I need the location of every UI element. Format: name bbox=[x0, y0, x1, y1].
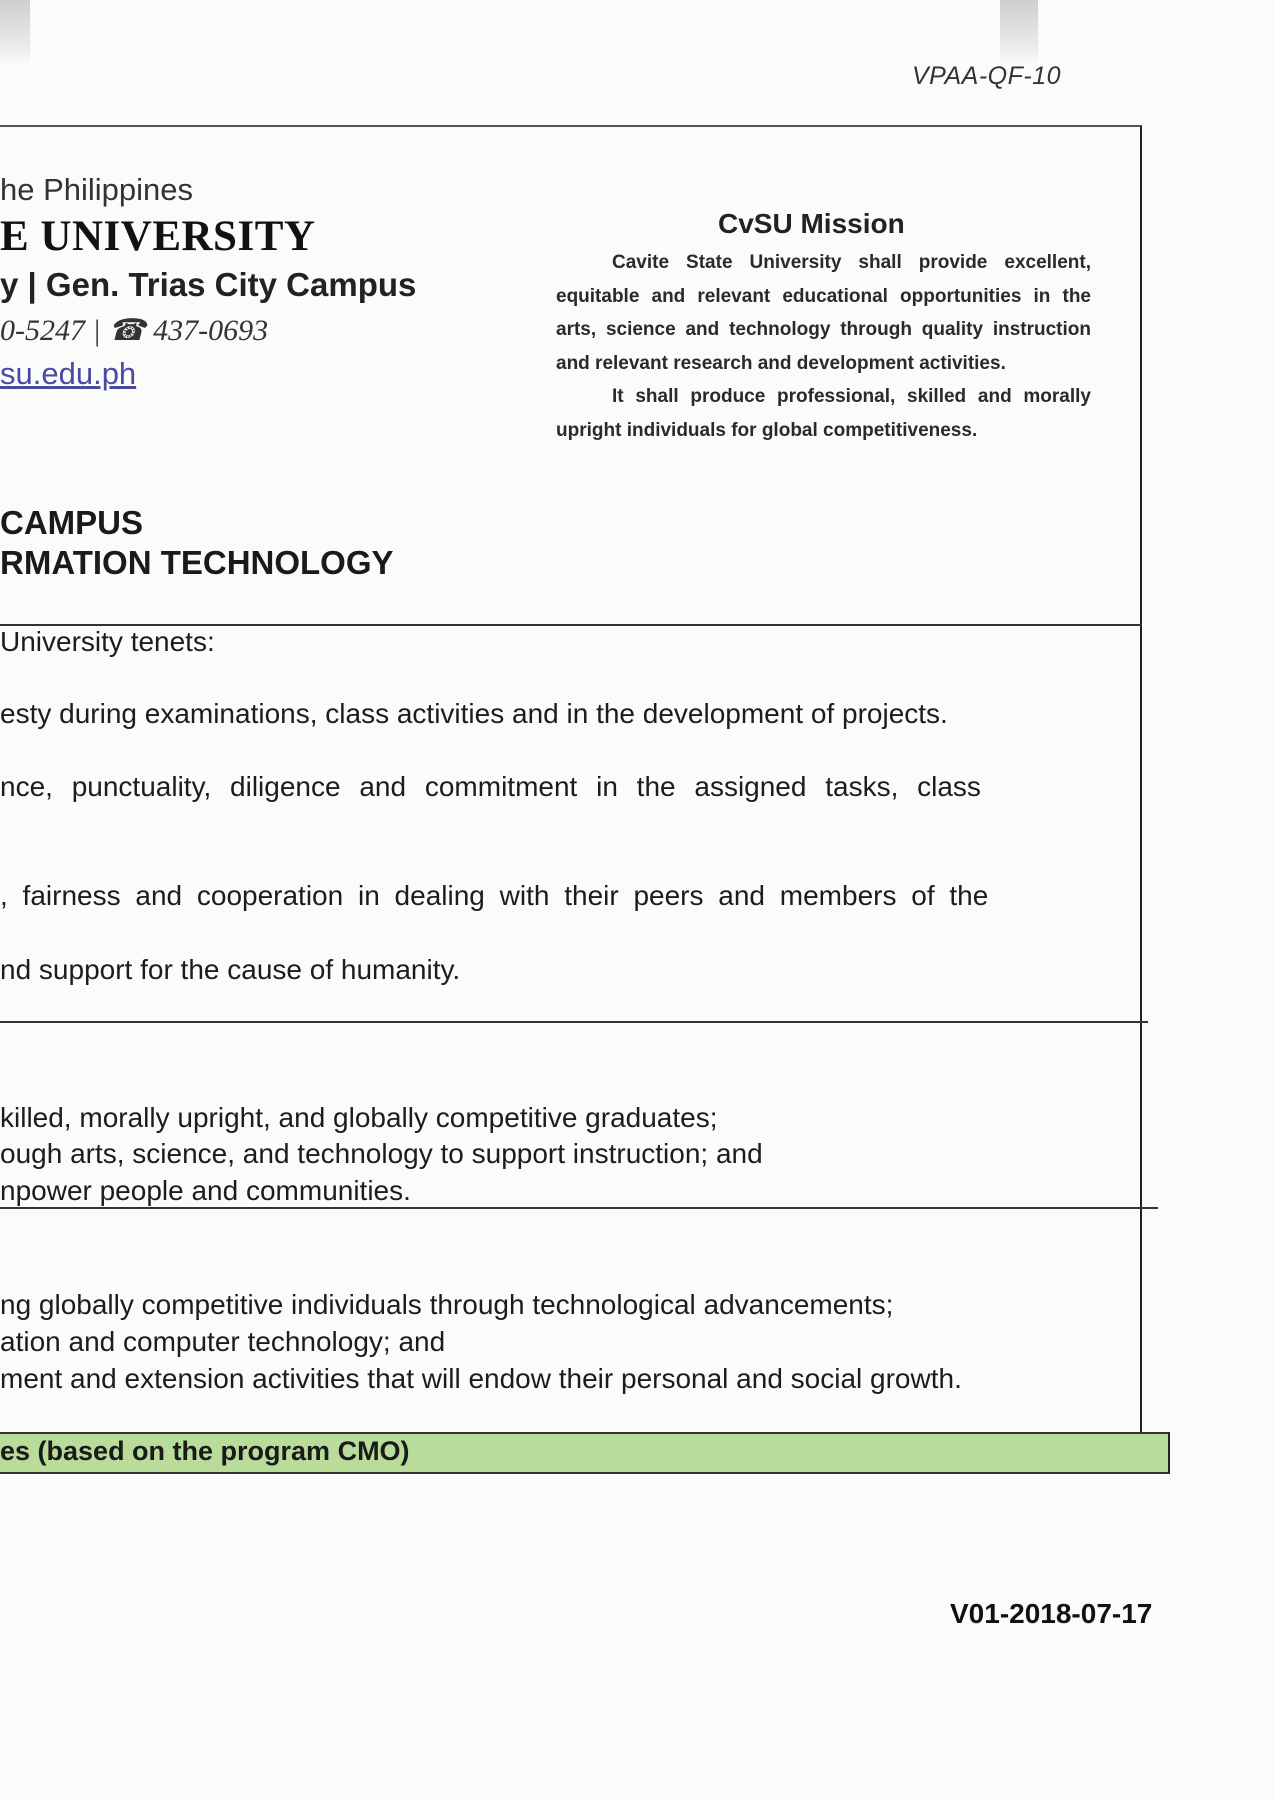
mission-paragraph: It shall produce professional, skilled a… bbox=[556, 386, 1091, 441]
tenet-item: nce, punctuality, diligence and commitme… bbox=[0, 771, 981, 802]
outcomes-header-bar: es (based on the program CMO) bbox=[0, 1432, 1170, 1474]
tenet-item: esty during examinations, class activiti… bbox=[0, 698, 948, 729]
mission-body: Cavite State University shall provide ex… bbox=[556, 246, 1091, 447]
tenet-item: , fairness and cooperation in dealing wi… bbox=[0, 880, 989, 911]
binder-tab-right bbox=[1000, 0, 1038, 62]
objective-item: ment and extension activities that will … bbox=[0, 1363, 962, 1394]
binder-tab-left bbox=[0, 0, 30, 62]
goal-item: killed, morally upright, and globally co… bbox=[0, 1102, 718, 1133]
header-phone: 0-5247 | ☎ 437-0693 bbox=[0, 314, 269, 347]
outcomes-header-label: es (based on the program CMO) bbox=[0, 1436, 410, 1466]
tenet-item: nd support for the cause of humanity. bbox=[0, 954, 461, 985]
tenets-intro: University tenets: bbox=[0, 626, 215, 657]
divider-goals bbox=[0, 1207, 1158, 1209]
form-code: VPAA-QF-10 bbox=[912, 62, 1062, 90]
version-code: V01-2018-07-17 bbox=[950, 1598, 1153, 1629]
goal-item: ough arts, science, and technology to su… bbox=[0, 1138, 763, 1169]
mission-paragraph: Cavite State University shall provide ex… bbox=[556, 252, 1091, 374]
header-university: E UNIVERSITY bbox=[0, 213, 316, 260]
header-department: RMATION TECHNOLOGY bbox=[0, 544, 394, 581]
objective-item: ation and computer technology; and bbox=[0, 1326, 446, 1357]
mission-title: CvSU Mission bbox=[718, 208, 905, 239]
goal-item: npower people and communities. bbox=[0, 1175, 411, 1206]
header-campus: y | Gen. Trias City Campus bbox=[0, 266, 417, 303]
header-email[interactable]: su.edu.ph bbox=[0, 356, 136, 392]
header-country: he Philippines bbox=[0, 172, 194, 207]
objective-item: ng globally competitive individuals thro… bbox=[0, 1289, 894, 1320]
header-campus-label: CAMPUS bbox=[0, 504, 144, 541]
divider-tenets bbox=[0, 1021, 1148, 1023]
